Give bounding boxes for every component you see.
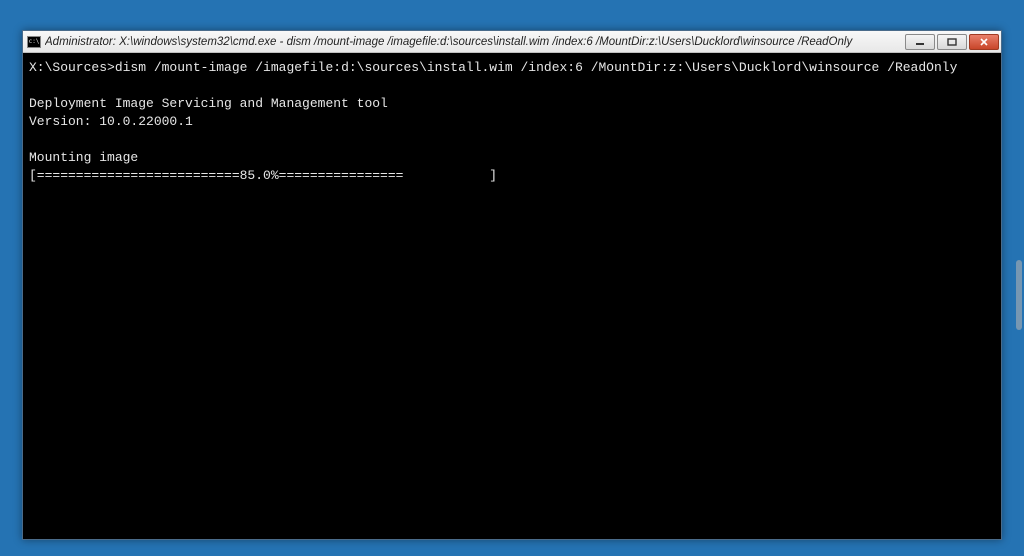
status-line: Mounting image [29, 150, 138, 165]
maximize-icon [947, 38, 957, 46]
cmd-window: Administrator: X:\windows\system32\cmd.e… [22, 30, 1002, 540]
progress-bar-text: [==========================85.0%========… [29, 168, 497, 183]
window-buttons [905, 34, 999, 50]
tool-heading: Deployment Image Servicing and Managemen… [29, 96, 388, 111]
cmd-icon [27, 36, 41, 48]
desktop-background: Administrator: X:\windows\system32\cmd.e… [0, 0, 1024, 556]
minimize-button[interactable] [905, 34, 935, 50]
titlebar[interactable]: Administrator: X:\windows\system32\cmd.e… [23, 31, 1001, 53]
minimize-icon [915, 38, 925, 46]
window-title: Administrator: X:\windows\system32\cmd.e… [45, 36, 901, 48]
prompt: X:\Sources> [29, 60, 115, 75]
console-area[interactable]: X:\Sources>dism /mount-image /imagefile:… [27, 57, 997, 535]
page-scrollbar-thumb[interactable] [1016, 260, 1022, 330]
close-button[interactable] [969, 34, 999, 50]
maximize-button[interactable] [937, 34, 967, 50]
command-text: dism /mount-image /imagefile:d:\sources\… [115, 60, 958, 75]
close-icon [979, 38, 989, 46]
version-line: Version: 10.0.22000.1 [29, 114, 193, 129]
